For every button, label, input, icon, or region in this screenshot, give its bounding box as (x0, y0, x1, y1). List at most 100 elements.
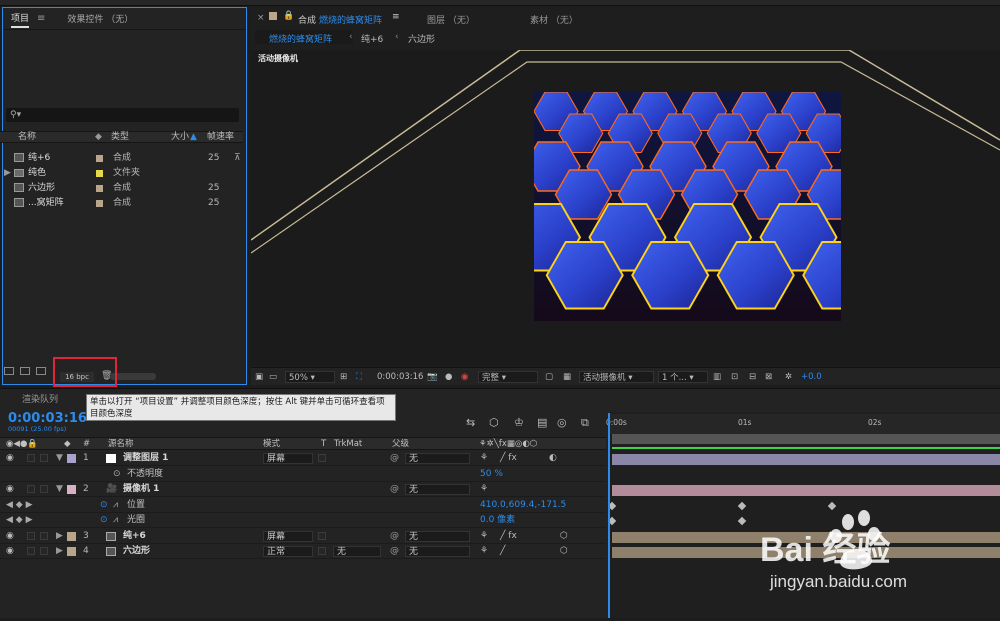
property-row[interactable]: ◀ ◆ ▶ ⊙ ⩘ 光圈 0.0 像素 (0, 513, 606, 528)
project-item[interactable]: ...窝矩阵 合成 25 (0, 196, 243, 210)
layer-row[interactable]: ◉ ▼ 1 调整图层 1 屏幕 @ 无 ⚘ ╱ fx ◐ (0, 451, 606, 466)
zoom-select[interactable]: 50% ▾ (285, 371, 335, 383)
solo-switch[interactable] (27, 485, 35, 493)
av-switches-icon[interactable]: ◉◀●🔒 (6, 438, 38, 450)
adjustment-switch-icon[interactable]: ◐ (549, 451, 557, 466)
toggle-pixel-icon[interactable]: ▥ (713, 371, 721, 383)
col-size[interactable]: 大小 (171, 132, 189, 143)
trkmat-select[interactable]: 无 (333, 546, 381, 557)
col-name[interactable]: 名称 (18, 132, 36, 143)
label-swatch[interactable] (96, 185, 103, 192)
pickwhip-icon[interactable]: @ (390, 529, 399, 544)
col-fps[interactable]: 帧速率 (207, 132, 234, 143)
tab-effect-controls[interactable]: 效果控件 （无） (67, 10, 133, 27)
graph-icon[interactable]: ⩘ (113, 498, 118, 513)
transparency-grid-icon[interactable]: ▦ (563, 371, 571, 383)
blend-mode-select[interactable]: 屏幕 (263, 453, 313, 464)
col-mode[interactable]: 模式 (263, 438, 280, 450)
3d-layer-icon[interactable]: ⬡ (560, 544, 568, 559)
flowchart-icon[interactable]: ⊼ (234, 153, 241, 163)
new-comp-icon[interactable] (36, 366, 46, 375)
col-source-name[interactable]: 源名称 (108, 438, 134, 450)
property-value[interactable]: 410.0,609.4,-171.5 (480, 498, 566, 513)
layer-label-color[interactable] (67, 454, 76, 463)
motion-blur-icon[interactable]: ◎ (557, 416, 567, 429)
quality-switch-icon[interactable]: ╱ fx (500, 529, 517, 544)
pickwhip-icon[interactable]: @ (390, 451, 399, 466)
keyframe-nav-icon[interactable]: ◀ ◆ ▶ (6, 498, 33, 513)
shy-switch-icon[interactable]: ⚘ (480, 451, 488, 466)
color-icon[interactable]: ◉ (461, 371, 468, 383)
expand-arrow-icon[interactable]: ▼ (56, 451, 63, 466)
stopwatch-icon[interactable]: ⊙ (100, 513, 108, 528)
exposure-reset-icon[interactable]: ✲ (785, 371, 792, 383)
solo-switch[interactable] (27, 454, 35, 462)
property-row[interactable]: ⊙ 不透明度 50 % (0, 467, 606, 482)
layer-row[interactable]: ◉ ▶ 4 六边形 正常 无 @ 无 ⚘ ╱ ⬡ (0, 544, 606, 559)
solo-switch[interactable] (27, 547, 35, 555)
parent-select[interactable]: 无 (405, 546, 470, 557)
lock-icon[interactable]: 🔒 (283, 11, 294, 21)
label-tag-icon[interactable]: ◆ (95, 132, 102, 143)
views-select[interactable]: 1 个... ▾ (658, 371, 708, 383)
layer-row[interactable]: ◉ ▼ 2 🎥 摄像机 1 @ 无 ⚘ (0, 482, 606, 497)
expand-arrow-icon[interactable]: ▼ (56, 482, 63, 497)
playhead[interactable] (608, 413, 610, 618)
col-trkmat[interactable]: TrkMat (334, 438, 362, 450)
new-folder-icon[interactable] (20, 366, 30, 375)
interpret-footage-icon[interactable] (4, 366, 14, 375)
layer-name[interactable]: 摄像机 1 (123, 482, 159, 497)
eye-icon[interactable]: ◉ (6, 529, 14, 544)
lock-switch[interactable] (40, 532, 48, 540)
tab-render-queue[interactable]: 渲染队列 (22, 392, 58, 405)
monitor-icon[interactable]: ▣ (255, 371, 263, 383)
viewer-timecode[interactable]: 0:00:03:16 (377, 371, 423, 383)
shy-switch-icon[interactable]: ⚘ (480, 544, 488, 559)
pickwhip-icon[interactable]: @ (390, 482, 399, 497)
draft-3d-icon[interactable]: ⬡ (489, 416, 499, 429)
shy-switch-icon[interactable]: ⚘ (480, 529, 488, 544)
graph-editor-icon[interactable]: ⧉ (581, 416, 589, 430)
fast-preview-icon[interactable]: ⊡ (731, 371, 738, 383)
viewer-menu-icon[interactable]: ≡ (392, 12, 400, 22)
close-icon[interactable]: × (257, 13, 265, 23)
frame-blending-icon[interactable]: ▤ (537, 416, 547, 429)
property-value[interactable]: 0.0 像素 (480, 513, 515, 528)
quality-switch-icon[interactable]: ╱ (500, 544, 505, 559)
comp-tab-name[interactable]: 燃烧的蜂窝矩阵 (319, 13, 382, 26)
col-parent[interactable]: 父级 (392, 438, 409, 450)
shy-layers-icon[interactable]: ♔ (514, 416, 524, 429)
comp-tab-prefix[interactable]: 合成 (298, 13, 316, 26)
flowchart-view-icon[interactable]: ⊠ (765, 371, 772, 383)
label-column-icon[interactable]: ◆ (64, 438, 71, 450)
screen-icon[interactable]: ▭ (269, 371, 277, 383)
expand-arrow-icon[interactable]: ▶ (56, 544, 63, 559)
stopwatch-icon[interactable]: ⊙ (113, 467, 121, 482)
timeline-timecode[interactable]: 0:00:03:16 (8, 411, 87, 426)
preserve-transparency[interactable] (318, 454, 326, 462)
region-icon[interactable]: ▢ (545, 371, 553, 383)
fit-icon[interactable]: ⊞ (340, 371, 347, 383)
parent-select[interactable]: 无 (405, 453, 470, 464)
layer-name[interactable]: 调整图层 1 (123, 451, 168, 466)
property-value[interactable]: 50 % (480, 467, 503, 482)
shy-switch-icon[interactable]: ⚘ (480, 482, 488, 497)
lock-switch[interactable] (40, 547, 48, 555)
preserve-transparency[interactable] (318, 547, 326, 555)
layer-duration-bar[interactable] (612, 454, 1000, 465)
camera-view-select[interactable]: 活动摄像机 ▾ (579, 371, 654, 383)
channel-icon[interactable]: ● (445, 371, 452, 383)
layer-name[interactable]: 六边形 (123, 544, 150, 559)
solo-switch[interactable] (27, 532, 35, 540)
quality-switch-icon[interactable]: ╱ fx (500, 451, 517, 466)
label-swatch[interactable] (96, 170, 103, 177)
stopwatch-icon[interactable]: ⊙ (100, 498, 108, 513)
project-search-input[interactable]: ⚲▾ (6, 108, 239, 122)
timeline-icon[interactable]: ⊟ (749, 371, 756, 383)
lock-switch[interactable] (40, 454, 48, 462)
breadcrumb-item[interactable]: 燃烧的蜂窝矩阵 (269, 32, 332, 45)
3d-layer-icon[interactable]: ⬡ (560, 529, 568, 544)
tab-layer[interactable]: 图层 （无） (427, 13, 475, 26)
layer-duration-bar[interactable] (612, 485, 1000, 496)
crop-icon[interactable]: ⛶ (356, 371, 362, 383)
